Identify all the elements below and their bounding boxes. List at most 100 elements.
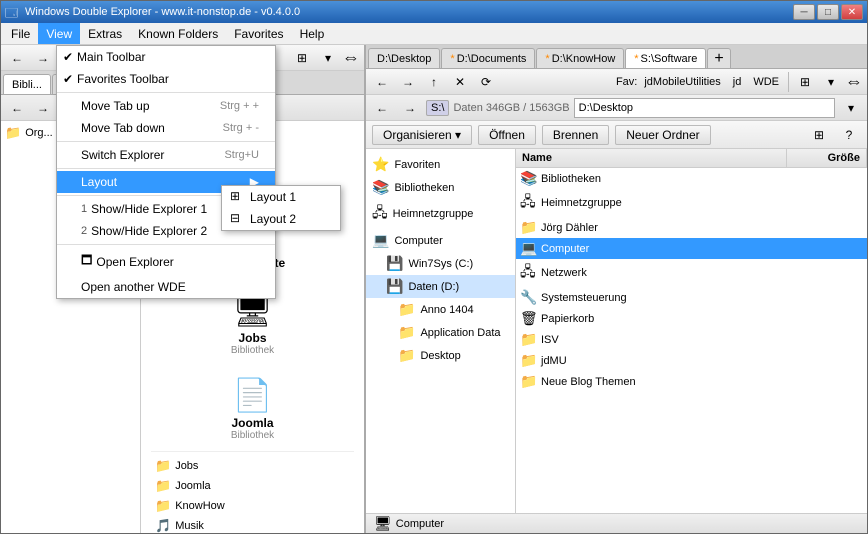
toolbar-separator <box>788 72 789 92</box>
menu-favorites[interactable]: Favorites <box>226 23 291 44</box>
right-help-button[interactable]: ? <box>837 124 861 146</box>
left-view-button[interactable]: ⊞ <box>290 47 314 69</box>
organize-button[interactable]: Organisieren ▾ <box>372 125 472 145</box>
right-up-button[interactable]: ↑ <box>422 71 446 93</box>
rtree-desktop[interactable]: 📁Desktop <box>366 344 515 367</box>
rtree-daten[interactable]: 💾Daten (D:) <box>366 275 515 298</box>
check-main-toolbar: ✔ <box>63 50 73 64</box>
rtree-win7sys[interactable]: 💾Win7Sys (C:) <box>366 252 515 275</box>
fav-label: Fav: <box>616 76 637 88</box>
rtree-appdata[interactable]: 📁Application Data <box>366 321 515 344</box>
right-tab-desktop[interactable]: D:\Desktop <box>368 48 440 68</box>
lib-item-joomla[interactable]: 📄 Joomla Bibliothek <box>193 376 313 441</box>
left-addr-forward[interactable]: → <box>31 97 55 119</box>
col-size[interactable]: Größe <box>787 149 867 167</box>
right-tab-knowhow[interactable]: *D:\KnowHow <box>536 48 624 68</box>
file-row-heimnetzgruppe[interactable]: 🖧 Heimnetzgruppe <box>516 189 867 217</box>
right-stop-button[interactable]: ✕ <box>448 71 472 93</box>
right-forward-button[interactable]: → <box>396 71 420 93</box>
left-addr-back[interactable]: ← <box>5 97 29 119</box>
right-addr-back[interactable]: ← <box>370 97 394 119</box>
col-name[interactable]: Name <box>516 149 787 167</box>
right-addr-dropdown[interactable]: ▾ <box>839 97 863 119</box>
dd-switch-explorer[interactable]: Switch Explorer Strg+U <box>57 144 275 166</box>
right-view-mode-button[interactable]: ⊞ <box>807 124 831 146</box>
menu-extras[interactable]: Extras <box>80 23 130 44</box>
menu-known-folders[interactable]: Known Folders <box>130 23 226 44</box>
tree-jobs[interactable]: 📁Jobs <box>151 456 354 476</box>
fav-wde[interactable]: WDE <box>748 71 784 93</box>
file-row-netzwerk[interactable]: 🖧 Netzwerk <box>516 259 867 287</box>
anno-icon: 📁 <box>398 301 415 318</box>
file-row-isv[interactable]: 📁 ISV <box>516 329 867 350</box>
tree-joomla[interactable]: 📁Joomla <box>151 476 354 496</box>
sm-layout1[interactable]: ⊞ Layout 1 <box>222 186 340 208</box>
maximize-button[interactable]: □ <box>817 4 839 20</box>
right-refresh-button[interactable]: ⟳ <box>474 71 498 93</box>
open-explorer-icon: 🗖 <box>81 251 92 272</box>
knowhow-icon: 📁 <box>155 498 171 514</box>
fav-jdmobile[interactable]: jdMobileUtilities <box>639 71 725 93</box>
menu-help[interactable]: Help <box>292 23 333 44</box>
tree-knowhow[interactable]: 📁KnowHow <box>151 496 354 516</box>
tree-musik[interactable]: 🎵Musik <box>151 516 354 533</box>
right-drive-label[interactable]: S:\ <box>426 100 449 116</box>
rtree-computer[interactable]: 💻Computer <box>366 229 515 252</box>
lib-item-jobs[interactable]: 🖥 Jobs Bibliothek <box>193 291 313 356</box>
file-row-jdmu[interactable]: 📁 jdMU <box>516 350 867 371</box>
rtree-bibliotheken[interactable]: 📚Bibliotheken <box>366 176 515 199</box>
rtree-daten-icon: 💾 <box>386 278 403 295</box>
dd-main-toolbar[interactable]: ✔ Main Toolbar <box>57 46 275 68</box>
dd-open-explorer[interactable]: 🗖 Open Explorer <box>57 247 275 276</box>
right-address-bar: ← → S:\ Daten 346GB / 1563GB ▾ <box>366 95 867 121</box>
dd-move-tab-down[interactable]: Move Tab down Strg + - <box>57 117 275 139</box>
rtree-heimnetz[interactable]: 🖧Heimnetzgruppe <box>366 199 515 229</box>
close-button[interactable]: ✕ <box>841 4 863 20</box>
file-list-header: Name Größe <box>516 149 867 168</box>
rtree-computer-icon: 💻 <box>372 232 389 249</box>
right-view-button[interactable]: ⊞ <box>793 71 817 93</box>
right-resize-handle[interactable]: ⇔ <box>845 71 863 92</box>
right-back-button[interactable]: ← <box>370 71 394 93</box>
fav-jd[interactable]: jd <box>728 71 747 93</box>
joomla-icon: 📄 <box>233 376 273 414</box>
menu-file[interactable]: File <box>3 23 38 44</box>
dd-open-another[interactable]: Open another WDE <box>57 276 275 298</box>
file-row-systemsteuerung[interactable]: 🔧 Systemsteuerung <box>516 287 867 308</box>
jobs-folder-icon: 📁 <box>155 458 171 474</box>
right-tab-documents[interactable]: *D:\Documents <box>441 48 535 68</box>
left-sort-button[interactable]: ▾ <box>316 47 340 69</box>
file-row-neue-blog[interactable]: 📁 Neue Blog Themen <box>516 371 867 392</box>
file-list: Name Größe 📚 Bibliotheken 🖧 Heimnetzgrup… <box>516 149 867 513</box>
left-back-button[interactable]: ← <box>5 47 29 69</box>
file-row-bibliotheken[interactable]: 📚 Bibliotheken <box>516 168 867 189</box>
layout-submenu: ⊞ Layout 1 ⊟ Layout 2 <box>221 185 341 231</box>
right-sort-button[interactable]: ▾ <box>819 71 843 93</box>
dd-favorites-toolbar[interactable]: ✔ Favorites Toolbar <box>57 68 275 90</box>
file-row-joerg[interactable]: 📁 Jörg Dähler <box>516 217 867 238</box>
file-row-papierkorb[interactable]: 🗑 Papierkorb <box>516 308 867 329</box>
right-addr-forward[interactable]: → <box>398 97 422 119</box>
left-forward-button[interactable]: → <box>31 47 55 69</box>
sm-layout2[interactable]: ⊟ Layout 2 <box>222 208 340 230</box>
right-folder-tree: ⭐Favoriten 📚Bibliotheken 🖧Heimnetzgruppe… <box>366 149 516 513</box>
right-tab-software[interactable]: *S:\Software <box>625 48 706 68</box>
dd-move-tab-up[interactable]: Move Tab up Strg + + <box>57 95 275 117</box>
minimize-button[interactable]: ─ <box>793 4 815 20</box>
rtree-anno[interactable]: 📁Anno 1404 <box>366 298 515 321</box>
rtree-win7sys-icon: 💾 <box>386 255 403 272</box>
main-window: 🗔 Windows Double Explorer - www.it-nonst… <box>0 0 868 534</box>
menu-view[interactable]: View <box>38 23 80 44</box>
right-tab-add[interactable]: + <box>707 48 730 68</box>
new-folder-button[interactable]: Neuer Ordner <box>615 125 710 145</box>
file-row-computer[interactable]: 💻 Computer <box>516 238 867 259</box>
burn-button[interactable]: Brennen <box>542 125 609 145</box>
file-papierkorb-icon: 🗑 <box>520 310 536 327</box>
right-address-input[interactable] <box>574 98 835 118</box>
content-row: ✔ Main Toolbar ✔ Favorites Toolbar Move … <box>1 45 867 533</box>
open-button[interactable]: Öffnen <box>478 125 536 145</box>
left-tab-0[interactable]: Bibli... <box>3 74 51 94</box>
rtree-favoriten[interactable]: ⭐Favoriten <box>366 153 515 176</box>
left-resize-handle[interactable]: ⇔ <box>342 47 360 68</box>
favoriten-icon: ⭐ <box>372 156 389 173</box>
